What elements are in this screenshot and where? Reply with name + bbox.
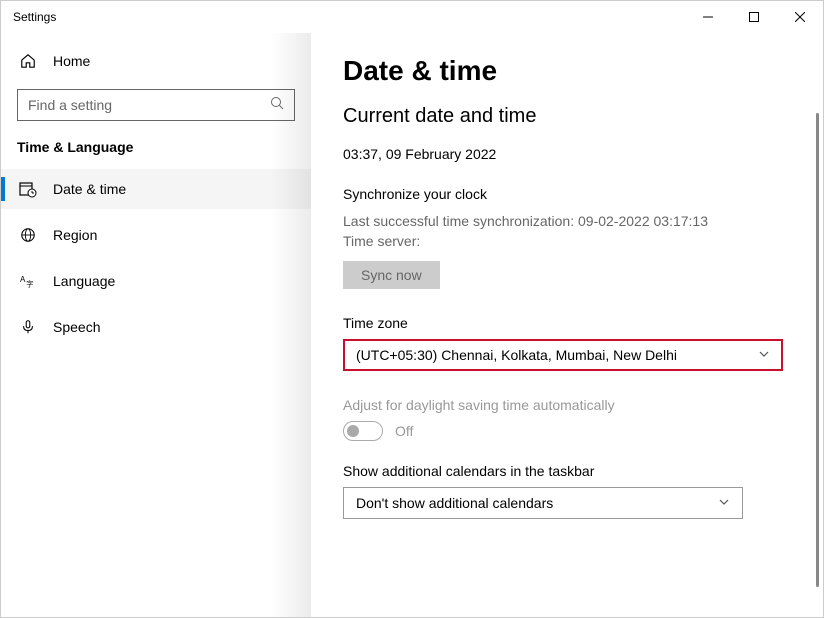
additional-calendars-dropdown[interactable]: Don't show additional calendars (343, 487, 743, 519)
globe-icon (19, 226, 37, 244)
page-title: Date & time (343, 55, 791, 87)
calendar-clock-icon (19, 180, 37, 198)
timezone-dropdown[interactable]: (UTC+05:30) Chennai, Kolkata, Mumbai, Ne… (343, 339, 783, 371)
svg-text:字: 字 (26, 279, 33, 288)
sync-server: Time server: (343, 232, 791, 252)
dst-toggle: Off (343, 421, 791, 441)
maximize-button[interactable] (731, 1, 777, 33)
sync-last-success: Last successful time synchronization: 09… (343, 212, 791, 232)
section-title: Time & Language (1, 139, 311, 155)
sync-now-button: Sync now (343, 261, 440, 289)
minimize-button[interactable] (685, 1, 731, 33)
scrollbar[interactable] (816, 113, 819, 587)
additional-calendars-label: Show additional calendars in the taskbar (343, 463, 791, 479)
home-label: Home (53, 53, 90, 69)
nav-label: Language (53, 273, 115, 289)
search-input[interactable] (17, 89, 295, 121)
sync-heading: Synchronize your clock (343, 186, 791, 202)
current-datetime-value: 03:37, 09 February 2022 (343, 146, 791, 162)
nav-date-time[interactable]: Date & time (1, 169, 311, 209)
search-icon (270, 96, 284, 115)
timezone-label: Time zone (343, 315, 791, 331)
close-button[interactable] (777, 1, 823, 33)
toggle-track (343, 421, 383, 441)
home-nav[interactable]: Home (1, 41, 311, 81)
svg-text:A: A (20, 275, 26, 284)
nav-label: Date & time (53, 181, 126, 197)
nav-label: Speech (53, 319, 100, 335)
dst-state: Off (395, 423, 413, 439)
language-icon: A字 (19, 272, 37, 290)
chevron-down-icon (718, 495, 730, 511)
sidebar: Home Time & Language Date & time Region … (1, 33, 311, 617)
dst-label: Adjust for daylight saving time automati… (343, 397, 791, 413)
microphone-icon (19, 318, 37, 336)
additional-calendars-value: Don't show additional calendars (356, 495, 553, 511)
nav-language[interactable]: A字 Language (1, 261, 311, 301)
nav-label: Region (53, 227, 97, 243)
chevron-down-icon (758, 347, 770, 363)
current-datetime-heading: Current date and time (343, 105, 791, 128)
nav-region[interactable]: Region (1, 215, 311, 255)
home-icon (19, 52, 37, 70)
toggle-thumb (347, 425, 359, 437)
search-field[interactable] (28, 97, 270, 113)
nav-speech[interactable]: Speech (1, 307, 311, 347)
main-content: Date & time Current date and time 03:37,… (311, 33, 823, 617)
window-title: Settings (13, 10, 56, 24)
timezone-value: (UTC+05:30) Chennai, Kolkata, Mumbai, Ne… (356, 347, 677, 363)
